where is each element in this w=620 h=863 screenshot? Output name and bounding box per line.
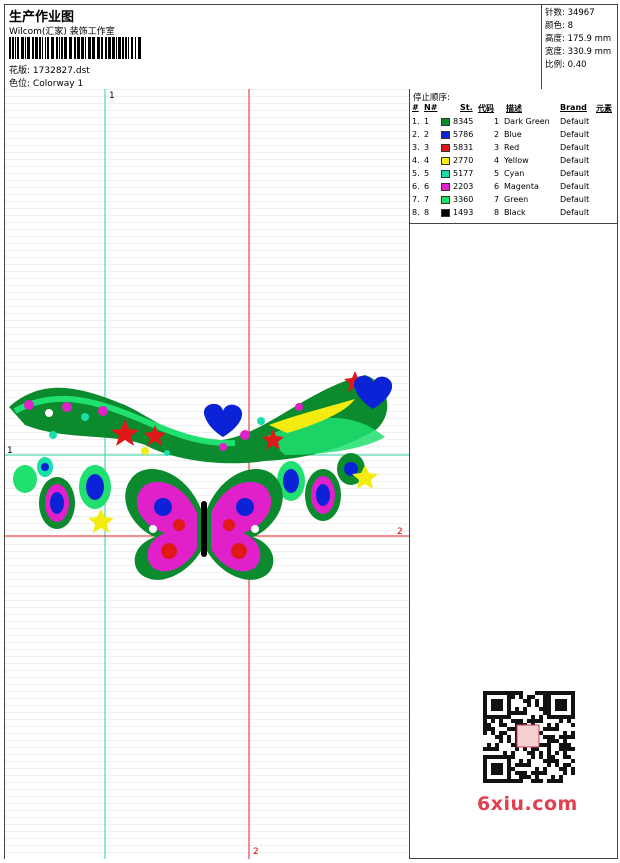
row-description: Yellow [504, 156, 529, 165]
col-code: 代码 [478, 104, 494, 113]
stat-width: 宽度: 330.9 mm [545, 47, 612, 57]
row-number: 8. [412, 208, 420, 217]
row-stitches: 5786 [453, 130, 474, 139]
row-brand: Default [560, 208, 590, 217]
page-title: 生产作业图 [9, 10, 75, 25]
row-description: Blue [504, 130, 522, 139]
color-swatch [441, 209, 450, 217]
barcode [9, 37, 141, 59]
row-description: Green [504, 195, 529, 204]
row-needle: 8 [424, 208, 430, 217]
row-code: 2 [494, 130, 500, 139]
colorway: 色位: Colorway 1 [9, 76, 83, 89]
color-swatch [441, 170, 450, 178]
row-code: 7 [494, 195, 500, 204]
row-brand: Default [560, 195, 590, 204]
color-swatch [441, 196, 450, 204]
col-stitches: St. [460, 103, 473, 112]
design-canvas: 1 1 2 2 [5, 89, 410, 859]
row-stitches: 8345 [453, 117, 474, 126]
row-code: 5 [494, 169, 500, 178]
qr-code [471, 687, 583, 787]
row-description: Black [504, 208, 526, 217]
color-swatch [441, 144, 450, 152]
row-description: Cyan [504, 169, 525, 178]
row-needle: 7 [424, 195, 430, 204]
row-number: 6. [412, 182, 420, 191]
row-code: 8 [494, 208, 500, 217]
row-needle: 5 [424, 169, 430, 178]
stat-colors: 颜色: 8 [545, 21, 573, 31]
col-brand: Brand [560, 103, 587, 112]
watermark-site: 6xiu.com [477, 793, 578, 815]
row-number: 4. [412, 156, 420, 165]
row-needle: 4 [424, 156, 430, 165]
row-stitches: 1493 [453, 208, 474, 217]
stop-sequence-title: 停止顺序: [413, 93, 450, 103]
row-brand: Default [560, 117, 590, 126]
colorway-label: 色位: [9, 79, 31, 89]
design-value: 1732827.dst [32, 66, 90, 76]
left-pods [13, 457, 114, 533]
guide-label-h2: 2 [397, 527, 403, 537]
row-number: 3. [412, 143, 420, 152]
garland-motif [9, 371, 393, 464]
right-pods [277, 453, 378, 521]
row-needle: 3 [424, 143, 430, 152]
stop-sequence-panel: 停止顺序: # N# St. 代码 描述 Brand 元素 1. 1 8345 1 Da… [410, 89, 617, 224]
color-swatch [441, 131, 450, 139]
row-brand: Default [560, 156, 590, 165]
embroidery-preview [5, 89, 409, 859]
stat-height: 高度: 175.9 mm [545, 34, 612, 44]
row-number: 2. [412, 130, 420, 139]
row-code: 1 [494, 117, 500, 126]
butterfly-motif [125, 469, 283, 580]
guide-label-v2: 2 [253, 847, 259, 857]
stats-panel: 针数: 34967 颜色: 8 高度: 175.9 mm 宽度: 330.9 m… [541, 5, 618, 89]
row-brand: Default [560, 169, 590, 178]
row-number: 5. [412, 169, 420, 178]
row-brand: Default [560, 182, 590, 191]
row-description: Magenta [504, 182, 539, 191]
row-number: 7. [412, 195, 420, 204]
color-swatch [441, 183, 450, 191]
company-name: Wilcom(汇家) 装饰工作室 [9, 27, 115, 37]
row-description: Red [504, 143, 520, 152]
guide-label-v1: 1 [109, 91, 115, 101]
row-description: Dark Green [504, 117, 550, 126]
design-label: 花版: [9, 66, 31, 76]
row-stitches: 3360 [453, 195, 474, 204]
row-stitches: 2203 [453, 182, 474, 191]
colorway-value: Colorway 1 [32, 79, 84, 89]
row-brand: Default [560, 143, 590, 152]
design-file: 花版: 1732827.dst [9, 63, 90, 76]
col-element: 元素 [596, 104, 612, 113]
row-needle: 6 [424, 182, 430, 191]
row-brand: Default [560, 130, 590, 139]
stat-stitches: 针数: 34967 [545, 8, 595, 18]
row-needle: 1 [424, 117, 430, 126]
row-code: 6 [494, 182, 500, 191]
row-code: 3 [494, 143, 500, 152]
col-n: N# [424, 103, 438, 112]
col-desc: 描述 [506, 104, 522, 113]
col-hash: # [412, 103, 419, 112]
row-needle: 2 [424, 130, 430, 139]
guide-label-h1: 1 [7, 446, 13, 456]
row-stitches: 2770 [453, 156, 474, 165]
row-stitches: 5177 [453, 169, 474, 178]
production-sheet: 生产作业图 Wilcom(汇家) 装饰工作室 花版: 1732827.dst 色… [4, 4, 618, 859]
row-code: 4 [494, 156, 500, 165]
header-block: 生产作业图 Wilcom(汇家) 装饰工作室 花版: 1732827.dst 色… [5, 5, 617, 90]
row-number: 1. [412, 117, 420, 126]
color-swatch [441, 118, 450, 126]
color-swatch [441, 157, 450, 165]
stat-scale: 比例: 0.40 [545, 60, 587, 70]
row-stitches: 5831 [453, 143, 474, 152]
